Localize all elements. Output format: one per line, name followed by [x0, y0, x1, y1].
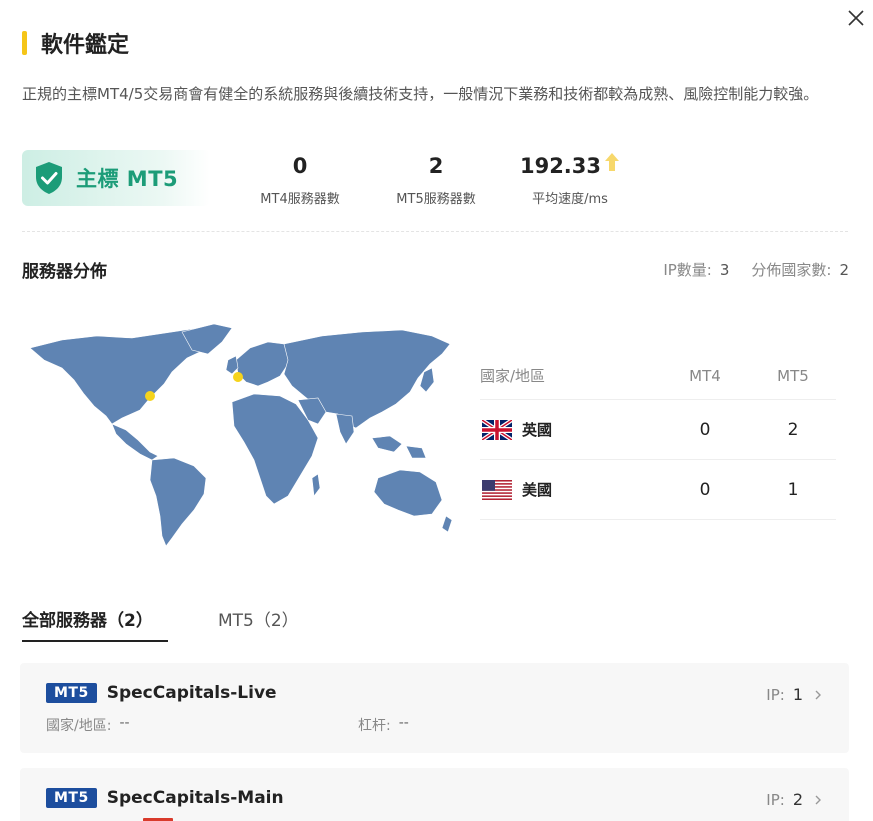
tab-mt5[interactable]: MT5（2）: [218, 600, 299, 642]
server-ip[interactable]: IP: 1: [766, 685, 823, 704]
tab-all-servers[interactable]: 全部服務器（2）: [22, 600, 168, 642]
country-name: 美國: [522, 481, 553, 499]
server-leverage: 杠杆: --: [358, 715, 409, 734]
distribution-title: 服務器分佈: [22, 262, 107, 282]
mt4-count: 0: [699, 419, 711, 440]
arrow-up-icon: [605, 153, 620, 171]
shield-check-icon: [34, 161, 64, 195]
close-button[interactable]: [846, 8, 866, 28]
server-name: SpecCapitals-Main: [106, 788, 284, 808]
world-map-graphic: [29, 323, 453, 547]
accent-bar: [22, 31, 27, 55]
country-name: 英國: [522, 421, 553, 439]
mt5-count: 1: [787, 479, 799, 500]
server-country: 國家/地區: --: [46, 715, 130, 734]
stat-label: 平均速度/ms: [532, 192, 608, 207]
table-row: 英國 0 2: [480, 400, 836, 460]
world-map: [22, 320, 454, 550]
stat-mt5-servers: 2 MT5服務器數: [376, 152, 496, 207]
server-name: SpecCapitals-Live: [106, 683, 277, 703]
license-badge: 主標 MT5: [22, 150, 210, 206]
stat-value: 2: [428, 154, 444, 178]
stat-mt4-servers: 0 MT4服務器數: [240, 152, 360, 207]
header-mt4: MT4: [689, 366, 721, 385]
map-marker-us: [145, 391, 155, 401]
platform-tag: MT5: [46, 683, 97, 703]
stat-avg-speed: 192.33 平均速度/ms: [510, 152, 630, 207]
stat-label: MT5服務器數: [396, 192, 476, 207]
stat-value: 192.33: [519, 154, 602, 178]
stat-label: MT4服務器數: [260, 192, 340, 207]
server-tabs: 全部服務器（2） MT5（2）: [22, 600, 848, 644]
country-count: 分佈國家數: 2: [751, 261, 849, 279]
table-row: 美國 0 1: [480, 460, 836, 520]
us-flag-icon: [482, 479, 512, 500]
distribution-summary: IP數量: 3 分佈國家數: 2: [663, 259, 849, 280]
uk-flag-icon: [482, 419, 512, 440]
server-card[interactable]: MT5 SpecCapitals-Live IP: 1 國家/地區: -- 杠杆:…: [20, 663, 849, 753]
header-country: 國家/地區: [480, 367, 546, 385]
stat-value-row: 192.33: [510, 152, 630, 180]
platform-tag: MT5: [46, 788, 97, 808]
divider: [22, 231, 848, 232]
server-ip[interactable]: IP: 2: [766, 790, 823, 809]
page-title: 軟件鑑定: [41, 33, 130, 58]
stat-value: 0: [292, 154, 308, 178]
server-card[interactable]: MT5 SpecCapitals-Main IP: 2: [20, 768, 849, 821]
badge-label: 主標 MT5: [76, 167, 179, 191]
chevron-right-icon: [815, 795, 821, 804]
table-header: 國家/地區 MT4 MT5: [480, 352, 836, 400]
mt5-count: 2: [787, 419, 799, 440]
map-marker-uk: [233, 372, 243, 382]
chevron-right-icon: [815, 690, 821, 699]
description-text: 正規的主標MT4/5交易商會有健全的系統服務與後續技術支持，一般情況下業務和技術…: [22, 85, 819, 103]
header-mt5: MT5: [777, 366, 809, 385]
section-header: 軟件鑑定: [22, 28, 129, 58]
ip-count: IP數量: 3: [663, 261, 730, 279]
close-icon: [848, 10, 864, 26]
country-table: 國家/地區 MT4 MT5 英國 0 2 美國 0 1: [480, 352, 836, 520]
mt4-count: 0: [699, 479, 711, 500]
